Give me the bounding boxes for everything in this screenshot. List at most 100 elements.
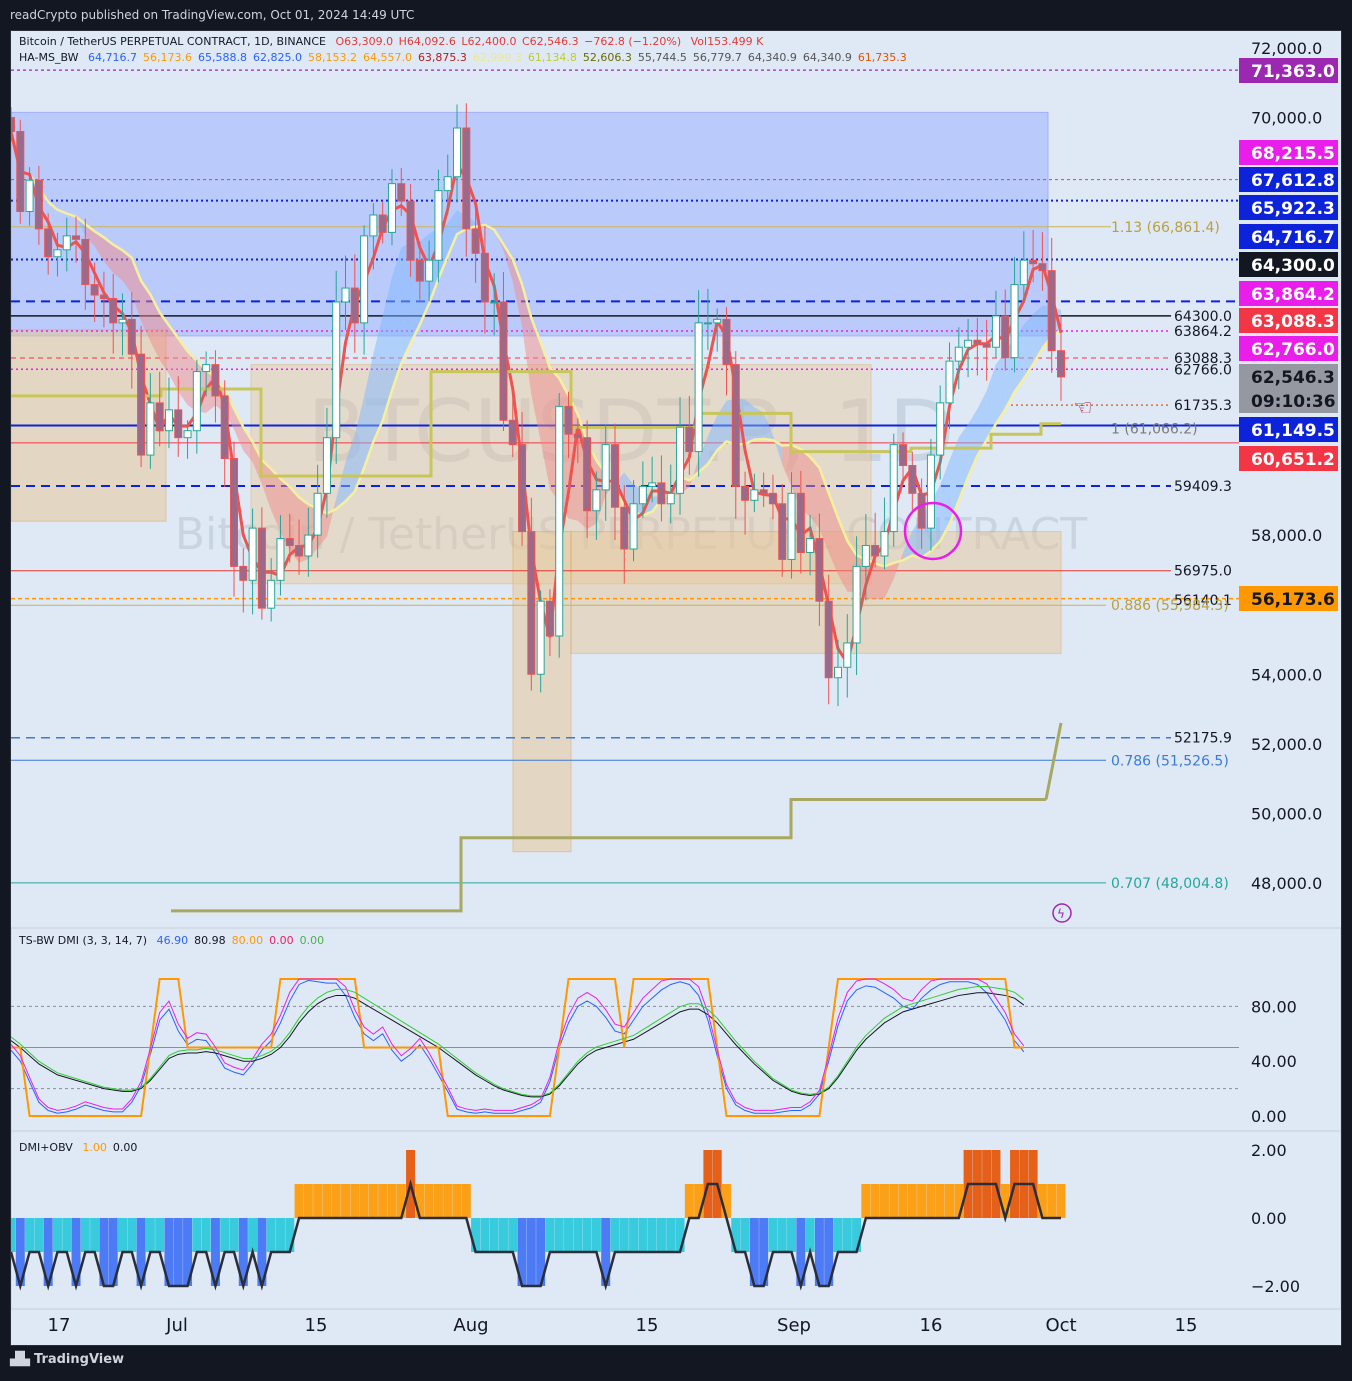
candle-body[interactable] — [676, 426, 685, 494]
candle-body[interactable] — [53, 249, 62, 258]
candle-body[interactable] — [806, 538, 815, 553]
candle-body[interactable] — [220, 395, 229, 460]
date-label[interactable]: 17 — [48, 1315, 71, 1336]
candle-body[interactable] — [11, 117, 15, 133]
candle-body[interactable] — [387, 183, 396, 233]
obv-tick-label[interactable]: 2.00 — [1251, 1141, 1287, 1160]
candle-body[interactable] — [824, 600, 833, 679]
candle-body[interactable] — [164, 409, 173, 432]
candle-body[interactable] — [713, 318, 722, 324]
candle-body[interactable] — [722, 318, 731, 366]
candle-body[interactable] — [694, 322, 703, 453]
candle-body[interactable] — [202, 364, 211, 373]
candle-body[interactable] — [285, 538, 294, 547]
price-tag[interactable]: 56,173.6 — [1239, 586, 1338, 611]
candle-body[interactable] — [685, 426, 694, 453]
candle-body[interactable] — [601, 444, 610, 491]
candle-body[interactable] — [787, 492, 796, 560]
candle-body[interactable] — [889, 444, 898, 533]
candle-body[interactable] — [360, 235, 369, 324]
price-tag[interactable]: 63,864.2 — [1239, 281, 1338, 306]
obv-tick-label[interactable]: −2.00 — [1251, 1277, 1300, 1296]
candle-body[interactable] — [397, 183, 406, 202]
candle-body[interactable] — [908, 465, 917, 494]
date-label[interactable]: 15 — [1175, 1315, 1198, 1336]
candle-body[interactable] — [638, 485, 647, 505]
candle-body[interactable] — [332, 301, 341, 439]
candle-body[interactable] — [146, 402, 155, 456]
candle-body[interactable] — [34, 179, 43, 230]
price-tick-label[interactable]: 48,000.0 — [1251, 874, 1322, 893]
price-tag[interactable]: 67,612.8 — [1239, 167, 1338, 192]
candle-body[interactable] — [415, 259, 424, 282]
obv-panel[interactable]: 2.00 0.00 −2.00 — [11, 1130, 1341, 1310]
dmi-tick-label[interactable]: 0.00 — [1251, 1107, 1287, 1126]
candle-body[interactable] — [369, 214, 378, 237]
price-tag[interactable]: 65,922.3 — [1239, 195, 1338, 220]
price-tick-label[interactable]: 58,000.0 — [1251, 526, 1322, 545]
tradingview-brand[interactable]: ▟▙ TradingView — [10, 1352, 124, 1367]
price-tick-label[interactable]: 72,000.0 — [1251, 39, 1322, 58]
candle-body[interactable] — [768, 492, 777, 505]
candle-body[interactable] — [1038, 263, 1047, 272]
candle-body[interactable] — [230, 458, 239, 567]
candle-body[interactable] — [267, 579, 276, 609]
candle-body[interactable] — [573, 433, 582, 439]
candle-body[interactable] — [304, 534, 313, 557]
candle-body[interactable] — [127, 318, 136, 355]
price-tick-label[interactable]: 50,000.0 — [1251, 804, 1322, 823]
candle-body[interactable] — [276, 538, 285, 581]
candle-body[interactable] — [471, 228, 480, 254]
dmi-title[interactable]: TS-BW DMI (3, 3, 14, 7) — [19, 934, 147, 947]
candle-body[interactable] — [936, 402, 945, 456]
candle-body[interactable] — [964, 339, 973, 348]
candle-body[interactable] — [620, 506, 629, 550]
candle-body[interactable] — [350, 287, 359, 324]
candle-body[interactable] — [1047, 270, 1056, 352]
candle-body[interactable] — [778, 503, 787, 560]
candle-body[interactable] — [833, 666, 842, 679]
obv-title[interactable]: DMI+OBV — [19, 1141, 73, 1154]
candle-body[interactable] — [239, 565, 248, 581]
indicator-name[interactable]: HA-MS_BW — [19, 51, 79, 64]
price-tag[interactable]: 60,651.2 — [1239, 446, 1338, 471]
candle-body[interactable] — [731, 364, 740, 487]
candle-body[interactable] — [1029, 259, 1038, 265]
price-axis[interactable]: 72,000.0 70,000.0 58,000.0 54,000.0 52,000.0… — [1111, 39, 1338, 893]
candle-body[interactable] — [257, 527, 266, 609]
candle-body[interactable] — [610, 444, 619, 508]
main-legend-row1[interactable]: Bitcoin / TetherUS PERPETUAL CONTRACT, 1… — [19, 35, 769, 48]
candle-body[interactable] — [137, 353, 146, 456]
price-tag[interactable]: 64,300.0 — [1239, 252, 1338, 277]
price-tag[interactable]: 62,546.3 — [1239, 364, 1338, 389]
candle-body[interactable] — [945, 360, 954, 404]
price-tick-label[interactable]: 52,000.0 — [1251, 735, 1322, 754]
date-label[interactable]: Jul — [165, 1315, 188, 1336]
candle-body[interactable] — [741, 485, 750, 501]
obv-tick-label[interactable]: 0.00 — [1251, 1209, 1287, 1228]
candle-body[interactable] — [313, 492, 322, 536]
candle-body[interactable] — [109, 298, 118, 324]
candle-body[interactable] — [62, 235, 71, 251]
candle-body[interactable] — [406, 200, 415, 261]
price-tag[interactable]: 63,088.3 — [1239, 308, 1338, 333]
candle-body[interactable] — [564, 405, 573, 435]
price-tick-label[interactable]: 54,000.0 — [1251, 665, 1322, 684]
candle-body[interactable] — [155, 402, 164, 432]
candle-body[interactable] — [322, 437, 331, 494]
candle-body[interactable] — [248, 527, 257, 581]
candle-body[interactable] — [434, 190, 443, 261]
candle-body[interactable] — [583, 437, 592, 512]
candle-body[interactable] — [518, 444, 527, 533]
chart-frame[interactable]: BTCUSDT.P, 1DBitcoin / TetherUS PERPETUA… — [10, 30, 1342, 1346]
candle-body[interactable] — [759, 489, 768, 494]
price-tick-label[interactable]: 70,000.0 — [1251, 109, 1322, 128]
candle-body[interactable] — [852, 565, 861, 644]
price-tag[interactable]: 64,716.7 — [1239, 224, 1338, 249]
candle-body[interactable] — [480, 252, 489, 303]
candle-body[interactable] — [555, 405, 564, 637]
candle-body[interactable] — [871, 545, 880, 557]
candle-body[interactable] — [861, 545, 870, 567]
date-label[interactable]: 15 — [636, 1315, 659, 1336]
candle-body[interactable] — [183, 430, 192, 439]
